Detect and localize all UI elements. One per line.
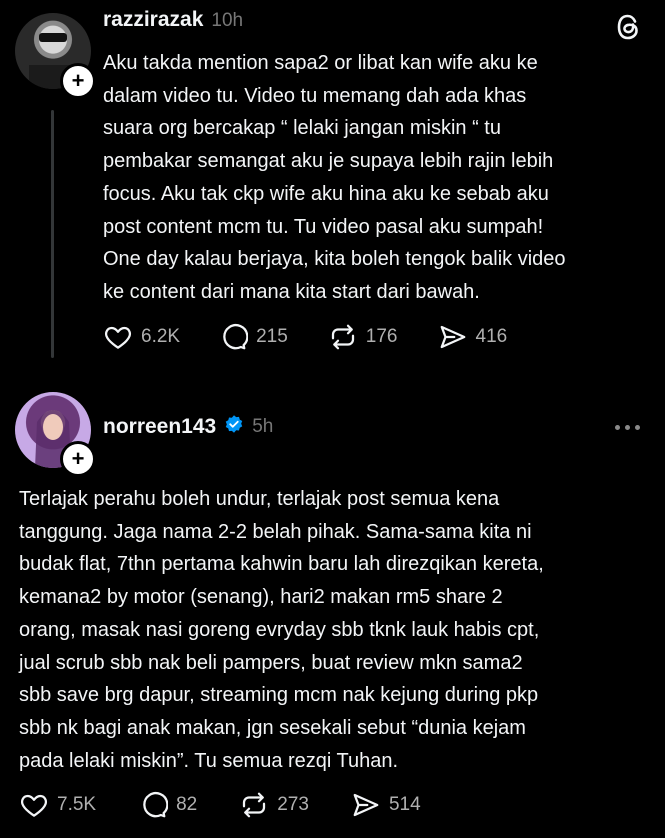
timestamp: 5h [252,415,274,437]
threads-logo-icon[interactable] [614,12,642,47]
like-button[interactable]: 6.2K [103,322,180,352]
heart-icon [21,794,47,817]
heart-icon [105,326,131,349]
reply-count: 82 [176,794,198,815]
repost-count: 176 [365,326,398,347]
repost-icon [243,792,266,818]
share-icon [440,325,465,349]
comment-icon [143,792,169,818]
share-icon [353,793,379,817]
like-count: 6.2K [141,326,181,347]
share-count: 514 [388,794,421,815]
post-header: razzirazak 10h [103,8,243,32]
post-text: Terlajak perahu boleh undur, terlajak po… [19,488,544,772]
verified-icon [224,414,244,439]
share-button[interactable]: 514 [351,790,421,820]
post-header: norreen143 5h [103,414,273,439]
post-actions: 6.2K 215 176 416 [103,322,507,352]
username[interactable]: norreen143 [103,415,216,439]
follow-button[interactable]: + [60,441,96,477]
repost-button[interactable]: 273 [239,790,309,820]
more-icon[interactable] [615,425,640,430]
comment-icon [223,324,249,350]
username[interactable]: razzirazak [103,8,203,32]
repost-icon [331,324,354,350]
post-text: Aku takda mention sapa2 or libat kan wif… [103,52,566,303]
share-count: 416 [475,326,508,347]
like-count: 7.5K [57,794,97,815]
thread-line [51,110,54,358]
post-actions: 7.5K 82 273 514 [19,790,421,820]
like-button[interactable]: 7.5K [19,790,96,820]
repost-count: 273 [277,794,309,815]
reply-button[interactable]: 215 [218,322,288,352]
timestamp: 10h [211,10,244,31]
reply-button[interactable]: 82 [138,790,197,820]
share-button[interactable]: 416 [438,322,508,352]
follow-button[interactable]: + [60,63,96,99]
reply-count: 215 [256,326,288,347]
repost-button[interactable]: 176 [328,322,398,352]
